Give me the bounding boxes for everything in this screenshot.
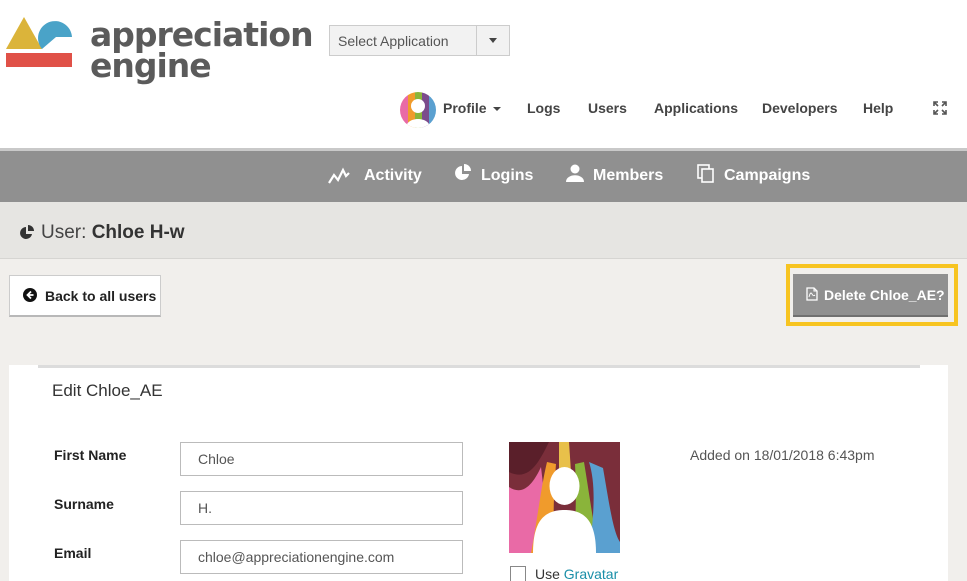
user-photo[interactable] bbox=[509, 442, 620, 553]
use-gravatar-checkbox[interactable] bbox=[510, 566, 526, 581]
user-icon bbox=[566, 164, 584, 182]
logo-line-2: engine bbox=[90, 46, 212, 85]
surname-input[interactable] bbox=[180, 491, 463, 525]
tab-logins[interactable]: Logins bbox=[481, 167, 533, 185]
app-logo[interactable]: appreciation engine bbox=[6, 13, 314, 82]
page-title: User: Chloe H-w bbox=[41, 222, 185, 244]
file-icon bbox=[806, 287, 818, 301]
page-title-bar: User: Chloe H-w bbox=[0, 202, 967, 259]
page-title-prefix: User: bbox=[41, 222, 87, 243]
arrow-left-circle-icon bbox=[23, 288, 37, 302]
application-select-value: Select Application bbox=[338, 33, 449, 49]
avatar[interactable] bbox=[400, 92, 436, 128]
nav-developers[interactable]: Developers bbox=[762, 100, 837, 116]
gravatar-prefix: Use bbox=[535, 566, 560, 581]
nav-applications[interactable]: Applications bbox=[654, 100, 738, 116]
header: appreciation engine Select Application P… bbox=[0, 0, 967, 148]
fullscreen-icon[interactable] bbox=[933, 101, 947, 115]
logo-mark-icon bbox=[6, 17, 72, 67]
section-nav: Activity Logins Members Campaigns bbox=[0, 148, 967, 202]
first-name-label: First Name bbox=[54, 447, 127, 463]
email-input[interactable] bbox=[180, 540, 463, 574]
logo-text: appreciation engine bbox=[90, 18, 314, 85]
back-to-users-label: Back to all users bbox=[45, 288, 157, 304]
nav-users[interactable]: Users bbox=[588, 100, 627, 116]
pie-chart-icon bbox=[20, 225, 34, 239]
back-to-users-button[interactable]: Back to all users bbox=[9, 275, 161, 317]
nav-logs[interactable]: Logs bbox=[527, 100, 560, 116]
added-on-text: Added on 18/01/2018 6:43pm bbox=[690, 447, 875, 463]
tab-activity[interactable]: Activity bbox=[364, 167, 422, 185]
form-heading: Edit Chloe_AE bbox=[52, 381, 163, 400]
copy-icon bbox=[697, 164, 714, 183]
activity-icon bbox=[328, 167, 350, 184]
tab-members[interactable]: Members bbox=[593, 167, 663, 185]
page-title-user: Chloe H-w bbox=[91, 222, 185, 243]
surname-label: Surname bbox=[54, 496, 114, 512]
application-select[interactable]: Select Application bbox=[329, 25, 510, 56]
delete-user-button[interactable]: Delete Chloe_AE? bbox=[793, 274, 948, 317]
nav-help[interactable]: Help bbox=[863, 100, 893, 116]
caret-down-icon bbox=[492, 107, 501, 112]
first-name-input[interactable] bbox=[180, 442, 463, 476]
delete-user-label: Delete Chloe_AE? bbox=[824, 287, 945, 303]
card-divider bbox=[38, 365, 920, 368]
tab-campaigns[interactable]: Campaigns bbox=[724, 167, 810, 185]
nav-profile-label: Profile bbox=[443, 100, 487, 116]
email-label: Email bbox=[54, 545, 92, 561]
use-gravatar-label: Use Gravatar bbox=[535, 566, 618, 581]
nav-profile[interactable]: Profile bbox=[443, 100, 501, 116]
pie-chart-icon bbox=[455, 164, 471, 180]
gravatar-link[interactable]: Gravatar bbox=[564, 566, 618, 581]
top-nav: Profile Logs Users Applications Develope… bbox=[0, 92, 967, 128]
chevron-down-icon[interactable] bbox=[476, 26, 509, 55]
